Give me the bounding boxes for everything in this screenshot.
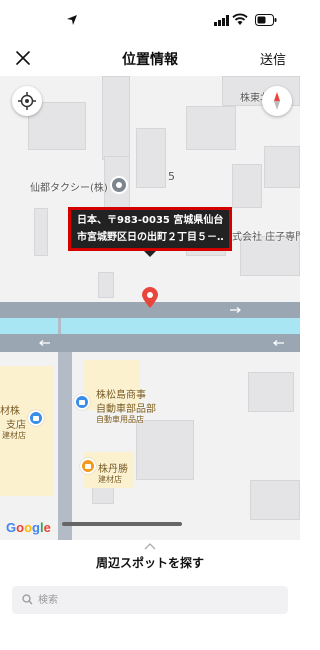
road-arrow-icon [230,307,241,313]
poi-left-name: 材株 [0,406,20,417]
chevron-up-icon[interactable] [144,543,156,550]
poi-left-category: 建材店 [2,431,26,440]
road [58,352,72,540]
send-button[interactable]: 送信 [260,49,286,68]
poi-tanshou-name: 株丹勝 [98,464,128,475]
map-view[interactable]: 仙都タクシー(株) 5 株式会社 庄子専門 株東北 株松島商事 自動車部品部 自… [0,76,300,540]
compass-button[interactable] [262,86,292,116]
building [248,372,294,412]
building [232,164,262,208]
building [250,480,300,520]
building [98,272,114,298]
search-bar[interactable] [12,586,288,614]
store-pin-icon[interactable] [80,458,96,474]
shop-pin-icon[interactable] [74,394,90,410]
address-line-1: 日本、〒983-0035 宮城県仙台 [77,215,223,226]
search-icon [22,594,33,605]
address-tooltip[interactable]: 日本、〒983-0035 宮城県仙台 市宮城野区日の出町２丁目５－… [68,207,232,251]
road-arrow-icon [39,340,50,346]
map-label-block-number: 5 [168,170,175,183]
my-location-button[interactable] [12,86,42,116]
building [102,76,130,160]
building [136,128,166,188]
poi-matsushima-category: 自動車用品店 [96,415,144,424]
wifi-icon [232,13,248,25]
location-pin-icon[interactable] [141,287,159,309]
map-scroll-indicator[interactable] [62,522,182,526]
river [0,318,300,334]
building [264,146,300,188]
google-logo: Google [6,520,51,535]
signal-icon [214,15,229,26]
battery-icon [255,14,277,26]
map-label-shoji: 株式会社 庄子専門 [222,232,300,243]
shop-pin-icon[interactable] [28,410,44,426]
crosshair-icon [18,92,36,110]
poi-tanshou-category: 建材店 [98,475,122,484]
building [186,106,236,150]
taxi-pin-icon[interactable] [110,176,128,194]
map-label-taxi: 仙都タクシー(株) [30,183,108,194]
page-title: 位置情報 [122,52,178,68]
poi-left-name2: 支店 [6,420,26,431]
search-input[interactable] [38,592,278,608]
road [58,318,61,334]
bottom-sheet: 周辺スポットを探す [0,540,300,650]
building [34,208,48,256]
road-arrow-icon [273,340,284,346]
poi-matsushima-name2: 自動車部品部 [96,404,156,415]
tooltip-arrow [144,251,156,257]
compass-icon [274,92,280,110]
status-bar [0,0,300,40]
poi-matsushima-name: 株松島商事 [96,390,146,401]
building [136,420,194,480]
location-arrow-icon [67,15,77,25]
nearby-spots-heading: 周辺スポットを探す [95,556,204,570]
nav-bar: 位置情報 送信 [0,40,300,76]
address-line-2: 市宮城野区日の出町２丁目５－… [77,232,223,243]
